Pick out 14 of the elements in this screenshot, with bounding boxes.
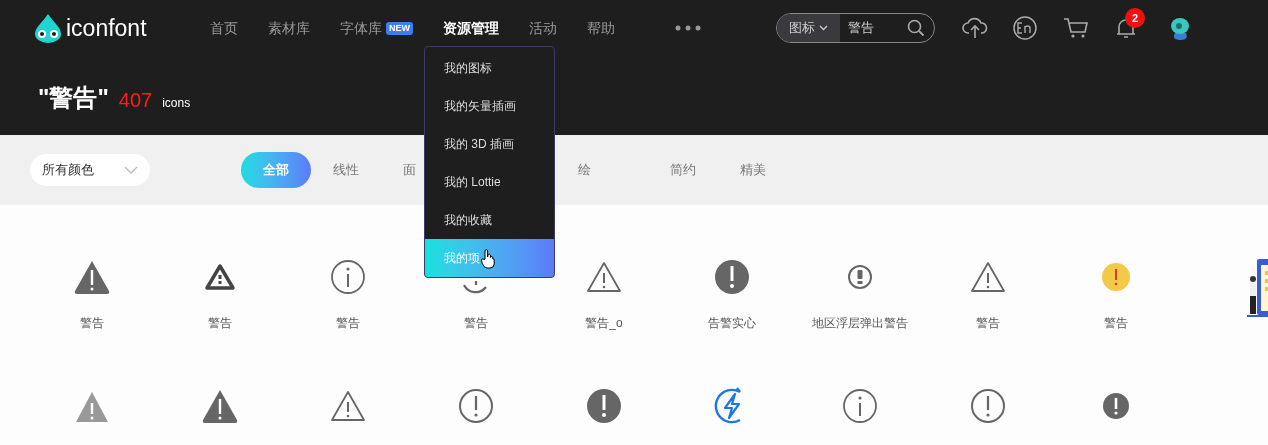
result-unit: icons <box>162 97 191 109</box>
icon-label: 警告 <box>1104 315 1128 332</box>
notification-badge: 2 <box>1125 8 1145 28</box>
icon-label: 警告_o <box>585 315 623 332</box>
icon-label: 警告 <box>976 315 1000 332</box>
result-count: 407 <box>118 90 153 110</box>
icon-label: 地区浮层弹出警告 <box>812 315 908 332</box>
icon-label: 警告 <box>80 315 104 332</box>
new-badge: NEW <box>386 21 413 35</box>
icon-label: 警告 <box>336 315 360 332</box>
icon-label: 警告 <box>208 315 232 332</box>
search-query-title: "警告" <box>38 86 109 110</box>
icon-label: 警告 <box>464 315 488 332</box>
icon-label: 告警实心 <box>708 315 756 332</box>
